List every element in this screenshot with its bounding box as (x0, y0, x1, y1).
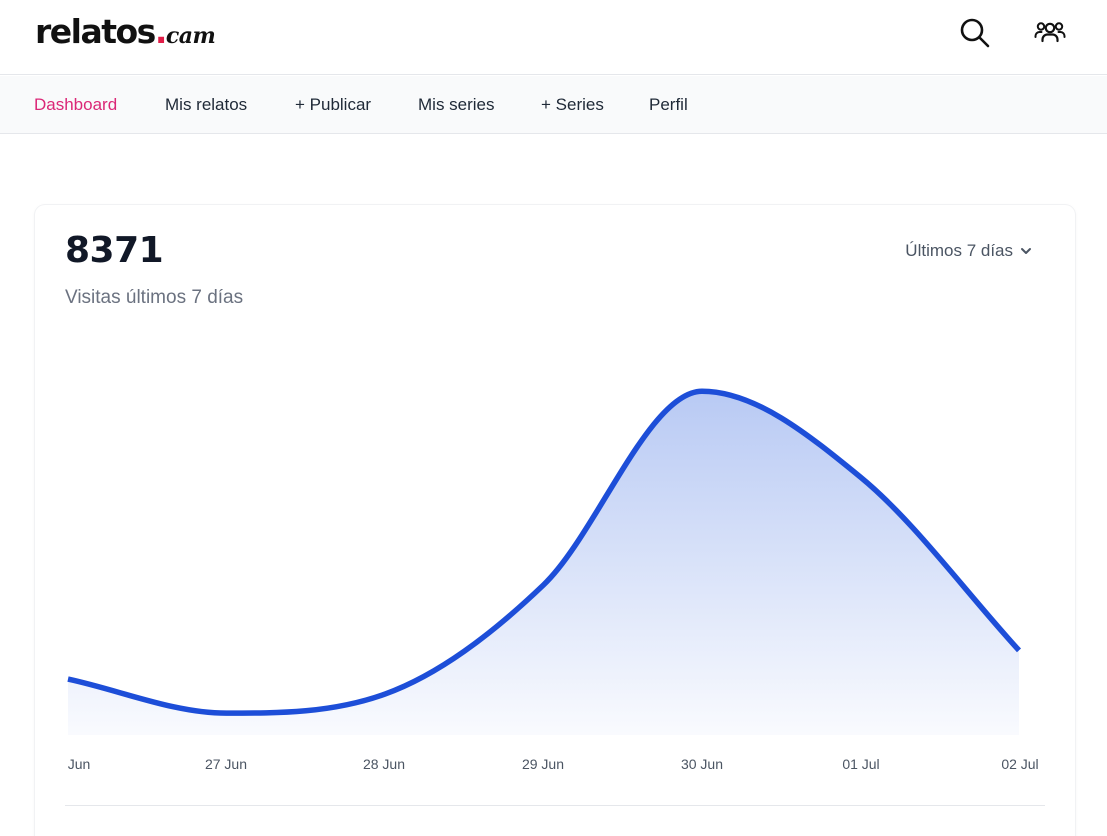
users-icon (1034, 22, 1066, 43)
brand-tld: cam (165, 23, 216, 49)
community-button[interactable] (1031, 14, 1069, 52)
search-icon (960, 18, 990, 48)
x-tick-label: Jun (68, 756, 91, 772)
chart-area-fill (68, 391, 1019, 735)
brand-logo[interactable]: relatos.cam (35, 10, 216, 58)
chart-point[interactable] (382, 691, 388, 697)
chart-point[interactable] (699, 388, 705, 394)
search-button[interactable] (956, 14, 994, 52)
nav-mis-series[interactable]: Mis series (418, 95, 495, 115)
brand-dot: . (154, 12, 168, 51)
card-divider (65, 805, 1045, 806)
x-tick-label: 30 Jun (681, 756, 723, 772)
top-header: relatos.cam (0, 0, 1107, 75)
x-tick-label: 02 Jul (1001, 756, 1038, 772)
brand-name: relatos (35, 12, 156, 51)
nav-perfil[interactable]: Perfil (649, 95, 688, 115)
visits-card: 8371 Visitas últimos 7 días Últimos 7 dí… (35, 205, 1075, 836)
x-tick-label: 27 Jun (205, 756, 247, 772)
chart-point[interactable] (65, 676, 71, 682)
chart-point[interactable] (541, 582, 547, 588)
nav-publicar[interactable]: + Publicar (295, 95, 371, 115)
nav-mis-relatos[interactable]: Mis relatos (165, 95, 247, 115)
chart-point[interactable] (1016, 647, 1022, 653)
chart-point[interactable] (224, 710, 230, 716)
main-nav: Dashboard Mis relatos + Publicar Mis ser… (0, 76, 1107, 134)
chart-point[interactable] (858, 474, 864, 480)
x-tick-label: 01 Jul (842, 756, 879, 772)
visits-chart: Jun 27 Jun 28 Jun 29 Jun 30 Jun 01 Jul 02 Jul (65, 388, 1039, 772)
x-tick-label: 29 Jun (522, 756, 564, 772)
nav-dashboard[interactable]: Dashboard (34, 95, 117, 115)
nav-series[interactable]: + Series (541, 95, 604, 115)
x-tick-label: 28 Jun (363, 756, 405, 772)
